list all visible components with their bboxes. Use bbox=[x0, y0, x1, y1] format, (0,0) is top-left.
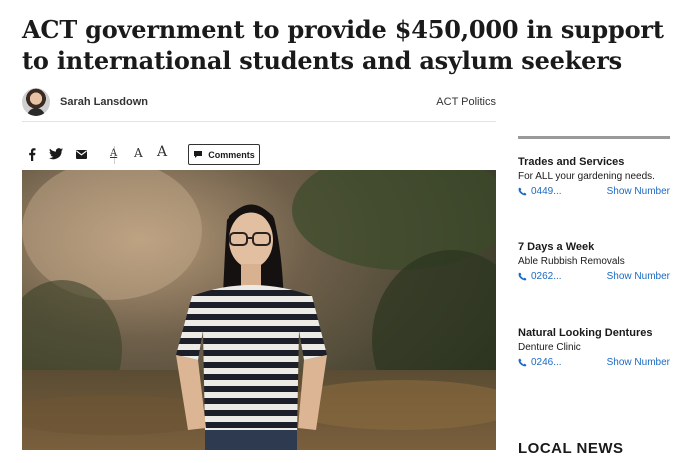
ad-trades-and-services[interactable]: Trades and Services For ALL your gardeni… bbox=[518, 156, 670, 200]
phone-icon bbox=[518, 272, 527, 281]
font-size-medium[interactable]: A bbox=[134, 146, 143, 160]
ad-7-days-a-week[interactable]: 7 Days a Week Able Rubbish Removals 0262… bbox=[518, 241, 670, 285]
facebook-icon[interactable] bbox=[26, 144, 38, 164]
sidebar bbox=[518, 136, 670, 139]
ad-phone-number[interactable]: 0449... bbox=[531, 186, 562, 197]
font-size-small[interactable]: A bbox=[110, 148, 117, 159]
byline: Sarah Lansdown ACT Politics bbox=[22, 88, 496, 122]
ad-natural-looking-dentures[interactable]: Natural Looking Dentures Denture Clinic … bbox=[518, 327, 670, 371]
ad-subtitle: Able Rubbish Removals bbox=[518, 256, 625, 267]
ad-subtitle: Denture Clinic bbox=[518, 342, 581, 353]
hero-image bbox=[22, 170, 496, 450]
article-headline: ACT government to provide $450,000 in su… bbox=[22, 15, 664, 75]
ad-phone-link[interactable]: 0246... bbox=[518, 357, 562, 368]
phone-icon bbox=[518, 358, 527, 367]
ad-subtitle: For ALL your gardening needs. bbox=[518, 171, 655, 182]
share-toolbar: A A A Comments bbox=[22, 144, 496, 166]
twitter-icon[interactable] bbox=[48, 144, 64, 164]
show-number-link[interactable]: Show Number bbox=[607, 357, 670, 368]
ad-title[interactable]: 7 Days a Week bbox=[518, 241, 670, 253]
show-number-link[interactable]: Show Number bbox=[607, 271, 670, 282]
ad-title[interactable]: Natural Looking Dentures bbox=[518, 327, 670, 339]
email-icon[interactable] bbox=[74, 144, 88, 164]
comment-icon bbox=[194, 151, 203, 158]
ad-phone-link[interactable]: 0449... bbox=[518, 186, 562, 197]
ad-phone-number[interactable]: 0246... bbox=[531, 357, 562, 368]
show-number-link[interactable]: Show Number bbox=[607, 186, 670, 197]
phone-icon bbox=[518, 187, 527, 196]
ad-phone-link[interactable]: 0262... bbox=[518, 271, 562, 282]
sidebar-rule bbox=[518, 136, 670, 139]
author-name[interactable]: Sarah Lansdown bbox=[60, 96, 148, 108]
comments-button[interactable]: Comments bbox=[188, 144, 260, 165]
local-news-heading: LOCAL NEWS bbox=[518, 440, 624, 457]
ad-title[interactable]: Trades and Services bbox=[518, 156, 670, 168]
font-size-large[interactable]: A bbox=[157, 144, 167, 160]
category-link[interactable]: ACT Politics bbox=[436, 96, 496, 108]
ad-phone-number[interactable]: 0262... bbox=[531, 271, 562, 282]
comments-label: Comments bbox=[208, 149, 255, 160]
author-avatar[interactable] bbox=[22, 88, 50, 116]
